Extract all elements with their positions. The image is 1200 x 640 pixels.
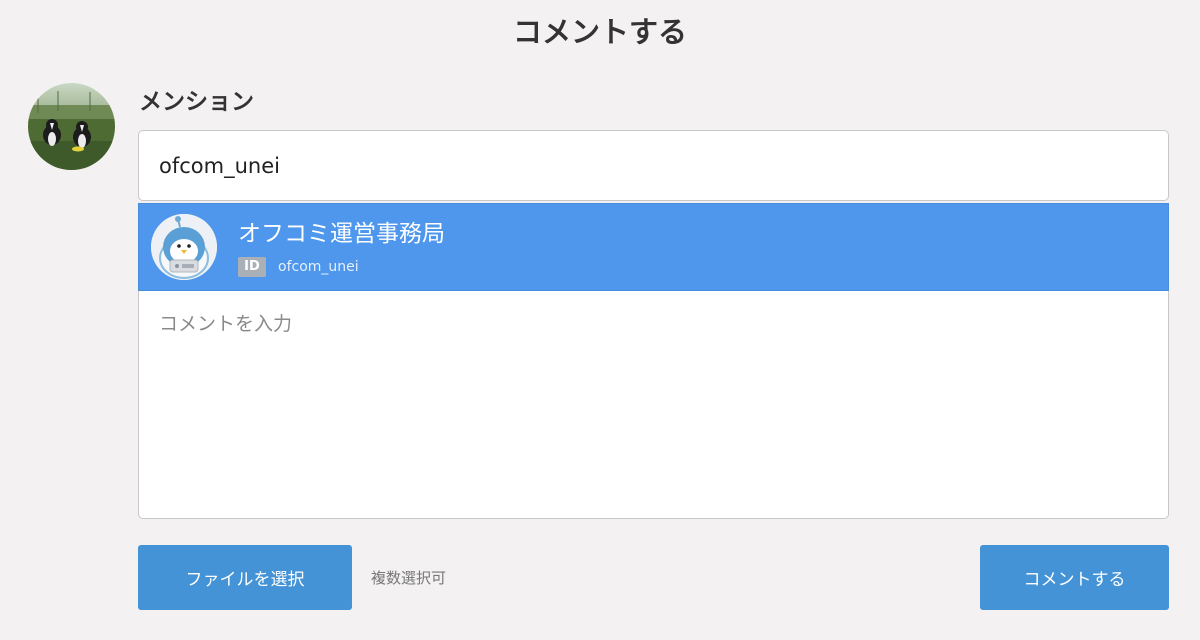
page-title: コメントする (512, 15, 687, 49)
suggestion-handle: ofcom_unei (278, 259, 359, 275)
comment-textarea[interactable] (138, 291, 1169, 519)
file-select-button[interactable]: ファイルを選択 (138, 545, 352, 610)
suggestion-avatar (151, 214, 217, 280)
user-avatar (28, 83, 115, 170)
mention-input[interactable] (138, 130, 1169, 201)
mention-suggestion-item[interactable]: オフコミ運営事務局 ID ofcom_unei (138, 203, 1169, 291)
mascot-icon (151, 214, 217, 280)
suggestion-name: オフコミ運営事務局 (238, 221, 445, 247)
submit-comment-button[interactable]: コメントする (980, 545, 1169, 610)
avatar-photo (28, 83, 115, 170)
mention-label: メンション (139, 89, 254, 115)
id-badge: ID (238, 257, 266, 277)
multi-select-note: 複数選択可 (371, 569, 447, 587)
